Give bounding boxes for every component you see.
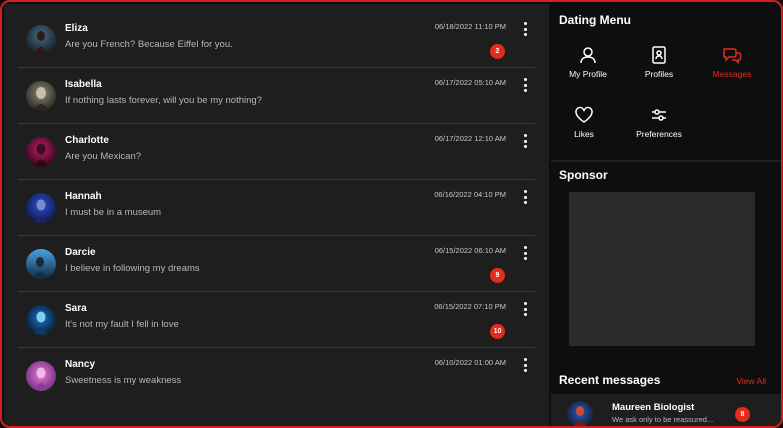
timestamp: 06/17/2022 05:10 AM: [434, 78, 506, 87]
contact-name: Darcie: [65, 247, 96, 258]
more-options-icon[interactable]: [522, 134, 528, 148]
divider: [551, 160, 781, 162]
menu-item-label: Preferences: [636, 129, 682, 139]
menu-item-label: Messages: [712, 69, 752, 79]
unread-badge: 8: [735, 407, 750, 422]
heart-icon: [575, 106, 593, 123]
menu-item-likes[interactable]: Likes: [548, 106, 620, 154]
more-options-icon[interactable]: [522, 246, 528, 260]
sponsor-title: Sponsor: [559, 168, 608, 182]
timestamp: 06/16/2022 04:10 PM: [434, 190, 506, 199]
sponsor-ad-slot[interactable]: [569, 192, 755, 346]
unread-badge: 10: [490, 324, 505, 339]
user-icon: [580, 47, 596, 64]
timestamp: 06/18/2022 11:10 PM: [434, 22, 506, 31]
chat-bubbles-icon: [723, 48, 742, 64]
more-options-icon[interactable]: [522, 22, 528, 36]
avatar[interactable]: [26, 249, 56, 279]
menu-item-label: Profiles: [644, 69, 674, 79]
contact-name: Charlotte: [65, 135, 109, 146]
recent-message-item[interactable]: Maureen Biologist We ask only to be reas…: [551, 394, 781, 426]
more-options-icon[interactable]: [522, 358, 528, 372]
conversation-row[interactable]: Nancy Sweetness is my weakness 06/10/202…: [18, 348, 535, 404]
dating-menu-title: Dating Menu: [559, 13, 631, 27]
message-preview: Are you Mexican?: [65, 151, 142, 162]
message-preview: Are you French? Because Eiffel for you.: [65, 39, 233, 50]
sliders-icon: [652, 109, 666, 121]
contact-name: Sara: [65, 303, 87, 314]
conversation-row[interactable]: Hannah I must be in a museum 06/16/2022 …: [18, 180, 535, 236]
avatar[interactable]: [26, 137, 56, 167]
menu-item-label: My Profile: [569, 69, 607, 79]
sidebar: Dating Menu My Profile Profiles Messages…: [548, 4, 781, 426]
message-preview: It's not my fault I fell in love: [65, 319, 179, 330]
avatar[interactable]: [26, 81, 56, 111]
conversation-row[interactable]: Darcie I believe in following my dreams …: [18, 236, 535, 292]
app-frame: Eliza Are you French? Because Eiffel for…: [0, 0, 783, 428]
recent-contact-name: Maureen Biologist: [612, 402, 695, 413]
menu-item-messages[interactable]: Messages: [696, 46, 768, 94]
avatar[interactable]: [26, 193, 56, 223]
recent-messages-title: Recent messages: [559, 373, 661, 387]
conversation-row[interactable]: Sara It's not my fault I fell in love 06…: [18, 292, 535, 348]
recent-message-preview: We ask only to be reassured...: [612, 415, 714, 424]
more-options-icon[interactable]: [522, 78, 528, 92]
contact-name: Nancy: [65, 359, 96, 370]
timestamp: 06/10/2022 01:00 AM: [434, 358, 506, 367]
message-preview: Sweetness is my weakness: [65, 375, 182, 386]
menu-item-preferences[interactable]: Preferences: [623, 106, 695, 154]
timestamp: 06/15/2022 06:10 AM: [434, 246, 506, 255]
unread-badge: 2: [490, 44, 505, 59]
menu-item-my-profile[interactable]: My Profile: [552, 46, 624, 94]
timestamp: 06/15/2022 07:10 PM: [434, 302, 506, 311]
conversation-list: Eliza Are you French? Because Eiffel for…: [4, 4, 549, 426]
more-options-icon[interactable]: [522, 190, 528, 204]
menu-item-profiles[interactable]: Profiles: [623, 46, 695, 94]
message-preview: I believe in following my dreams: [65, 263, 200, 274]
dating-menu: My Profile Profiles Messages Likes Prefe…: [548, 42, 781, 154]
avatar[interactable]: [26, 25, 56, 55]
conversation-row[interactable]: Charlotte Are you Mexican? 06/17/2022 12…: [18, 124, 535, 180]
unread-badge: 9: [490, 268, 505, 283]
view-all-link[interactable]: View All: [736, 376, 766, 386]
message-preview: I must be in a museum: [65, 207, 162, 218]
avatar[interactable]: [567, 401, 593, 426]
avatar[interactable]: [26, 305, 56, 335]
contact-name: Isabella: [65, 79, 102, 90]
contact-name: Eliza: [65, 23, 88, 34]
more-options-icon[interactable]: [522, 302, 528, 316]
timestamp: 06/17/2022 12:10 AM: [434, 134, 506, 143]
id-card-icon: [652, 46, 666, 64]
conversation-row[interactable]: Isabella If nothing lasts forever, will …: [18, 68, 535, 124]
message-preview: If nothing lasts forever, will you be my…: [65, 95, 262, 106]
conversation-row[interactable]: Eliza Are you French? Because Eiffel for…: [18, 12, 535, 68]
contact-name: Hannah: [65, 191, 102, 202]
avatar[interactable]: [26, 361, 56, 391]
menu-item-label: Likes: [574, 129, 594, 139]
